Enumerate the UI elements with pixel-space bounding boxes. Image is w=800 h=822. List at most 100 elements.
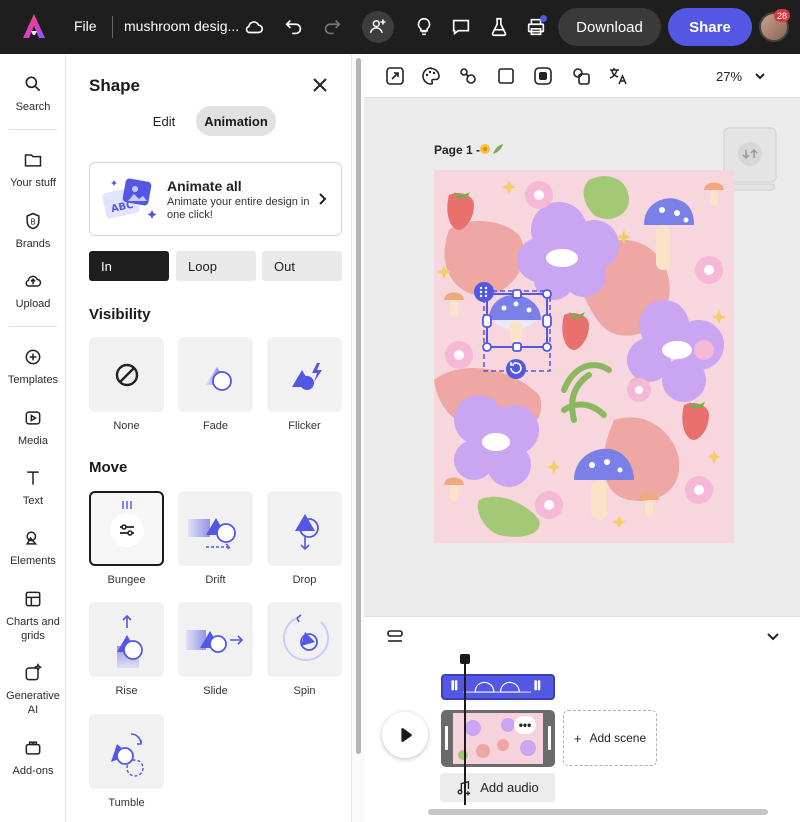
slide-icon [185,629,243,653]
animation-label: Fade [202,420,229,432]
scene-track[interactable] [441,710,555,767]
rail-label: Templates [7,374,59,386]
rail-item-templates[interactable]: Templates [0,347,66,387]
fade-icon [205,366,232,391]
animation-label: Spin [293,685,316,697]
page-emoji-icon [480,144,503,154]
rail-label: Text [22,495,44,507]
drop-icon [294,513,319,550]
animation-bungee[interactable] [89,491,164,566]
shapes-icon[interactable] [457,65,479,87]
rail-item-media[interactable]: Media [0,408,66,448]
chevron-down-icon[interactable] [754,70,766,82]
phase-out[interactable]: Out [262,251,342,281]
brand-icon: B [26,212,40,230]
rail-label: Your stuff [10,177,56,189]
comment-icon[interactable] [447,13,475,41]
divider [112,16,113,38]
rail-label: Add-ons [12,765,54,777]
rail-item-generative-ai[interactable]: Generative AI [0,663,66,717]
timeline-scrollbar[interactable] [428,809,768,815]
rail-item-search[interactable]: Search [0,74,66,114]
cloud-icon[interactable] [240,13,268,41]
zoom-level[interactable]: 27% [716,69,742,84]
rail-item-upload[interactable]: Upload [0,271,66,311]
playhead[interactable] [464,657,466,805]
tumble-icon [110,732,144,777]
animation-label: Rise [115,685,138,697]
close-icon[interactable] [311,76,329,94]
undo-icon[interactable] [280,13,308,41]
animation-label: None [113,420,140,432]
redo-icon[interactable] [318,13,346,41]
translate-icon[interactable] [607,65,629,87]
mask-icon[interactable] [532,65,554,87]
add-scene-label: Add scene [589,731,647,745]
plus-icon: + [573,730,582,746]
flask-icon[interactable] [485,13,513,41]
animate-all-illustration: ABC [102,178,157,219]
rail-item-text[interactable]: Text [0,468,66,508]
svg-text:B: B [31,217,36,226]
animate-all-description: Animate your entire design in one click! [167,196,310,221]
rail-item-brands[interactable]: B Brands [0,211,66,251]
rail-item-charts-and-grids[interactable]: Charts and grids [0,589,66,643]
invite-button[interactable] [362,11,394,43]
spin-icon [282,613,329,661]
panel-scrollbar[interactable] [351,54,364,822]
canvas-area: 27% Page 1 - [364,54,800,616]
rail-label: Elements [10,555,56,567]
animation-track[interactable] [441,674,555,700]
palette-icon[interactable] [420,65,442,87]
none-icon [115,363,138,386]
add-audio-button[interactable]: Add audio [440,773,555,802]
rail-item-your-stuff[interactable]: Your stuff [0,150,66,190]
animate-all-title: Animate all [167,178,242,194]
square-icon[interactable] [495,65,517,87]
document-title[interactable]: mushroom desig... [124,18,239,34]
charts-icon [25,591,41,607]
chevron-down-icon[interactable] [766,629,780,643]
scrollbar-thumb[interactable] [356,58,361,754]
timeline-icon[interactable] [386,629,404,645]
phase-loop[interactable]: Loop [176,251,256,281]
more-icon[interactable]: ••• [514,716,536,734]
templates-icon [25,349,41,365]
duplicate-icon[interactable] [570,65,592,87]
flicker-icon [291,362,322,390]
divider [9,326,57,327]
notification-dot [540,15,547,22]
animation-fade[interactable] [178,337,253,412]
playhead-handle[interactable] [460,654,470,664]
selection-box[interactable] [474,279,558,384]
animation-tumble[interactable] [89,714,164,789]
play-button[interactable] [382,712,428,758]
visibility-heading: Visibility [89,306,151,323]
lightbulb-icon[interactable] [410,13,438,41]
rail-item-add-ons[interactable]: Add-ons [0,738,66,778]
animation-slide[interactable] [178,602,253,677]
share-button[interactable]: Share [668,8,752,46]
add-scene-button[interactable]: + Add scene [563,710,657,766]
move-heading: Move [89,459,128,476]
animation-rise[interactable] [89,602,164,677]
animation-none[interactable] [89,337,164,412]
resize-icon[interactable] [384,65,406,87]
animation-drop[interactable] [267,491,342,566]
file-menu[interactable]: File [74,18,97,34]
animation-spin[interactable] [267,602,342,677]
add-audio-label: Add audio [480,780,539,795]
adobe-express-logo[interactable] [22,13,46,39]
phase-in[interactable]: In [89,251,169,281]
animation-label: Drift [205,574,226,586]
shape-panel: Shape Edit Animation ABC Animate all Ani… [67,54,351,822]
tab-animation[interactable]: Animation [196,106,276,136]
animate-all-card[interactable]: ABC Animate all Animate your entire desi… [89,162,342,236]
download-button[interactable]: Download [558,8,661,46]
animation-drift[interactable] [178,491,253,566]
tab-edit[interactable]: Edit [142,106,186,136]
notification-count-badge: 28 [774,9,791,22]
rail-item-elements[interactable]: Elements [0,528,66,568]
animation-flicker[interactable] [267,337,342,412]
rise-icon [116,614,143,668]
